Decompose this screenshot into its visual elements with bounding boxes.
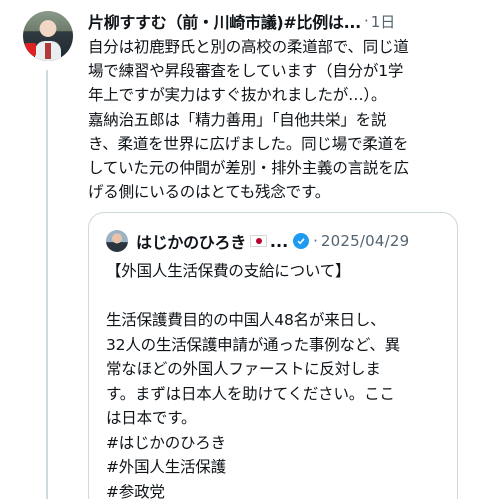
tweet-line: 自分は初鹿野氏と別の高校の柔道部で、同じ道 [88, 38, 409, 56]
quoted-tweet-header: はじかのひろき ... · 2025/04/29 [106, 229, 409, 253]
quoted-line: 常なほどの外国人ファーストに反対しま [106, 360, 381, 378]
author-name[interactable]: 片柳すすむ（前・川崎市議)#比例は... [88, 9, 361, 33]
quoted-header-separator: · [313, 232, 318, 250]
thread-line [46, 70, 48, 499]
quoted-line: 32人の生活保護申請が通った事例など、異 [106, 335, 400, 354]
tweet-timestamp[interactable]: 1日 [371, 11, 396, 32]
header-separator: · [363, 12, 369, 30]
tweet-line: き、柔道を世界に広げました。同じ場で柔道を [88, 134, 409, 153]
tweet-line: 嘉納治五郎は「精力善用」「自他共栄」を説 [88, 110, 387, 129]
quoted-line: す。まずは日本人を助けてください。ここ [106, 384, 395, 403]
tweet-header: 片柳すすむ（前・川崎市議)#比例は... · 1日 [88, 9, 395, 33]
tweet-body: 自分は初鹿野氏と別の高校の柔道部で、同じ道 場で練習や昇段審査をしています（自分… [88, 35, 468, 204]
quoted-tweet-date: 2025/04/29 [320, 232, 410, 250]
author-avatar[interactable] [23, 11, 73, 61]
quoted-line: 生活保護費目的の中国人48名が来日し、 [106, 311, 386, 329]
quoted-line: は日本です。 [106, 409, 197, 427]
tweet-line: 場で練習や昇段審査をしています（自分が1学 [88, 62, 404, 81]
verified-badge-icon [293, 233, 310, 249]
quoted-tweet-body: 【外国人生活保費の支給について】 生活保護費目的の中国人48名が来日し、 32人… [106, 259, 451, 499]
hashtag-link[interactable]: #外国人生活保護 [106, 455, 451, 480]
tweet-line: 年上ですが実力はすぐ抜かれましたが…）。 [88, 86, 387, 105]
quoted-author-name: はじかのひろき [136, 233, 246, 252]
tweet-line: していた元の仲間が差別・排外主義の言説を広 [88, 159, 409, 178]
quoted-line: 【外国人生活保費の支給について】 [106, 262, 351, 280]
tweet-line: げる側にいるのはとても残念です。 [88, 183, 331, 202]
quoted-author-avatar [106, 230, 128, 252]
hashtag-link[interactable]: #参政党 [106, 480, 451, 499]
quoted-name-ellipsis: ... [269, 231, 289, 251]
quoted-tweet-card[interactable]: はじかのひろき ... · 2025/04/29 【外国人生活保費の支給について… [88, 212, 458, 499]
japan-flag-icon [249, 235, 267, 247]
hashtag-link[interactable]: #はじかのひろき [106, 431, 451, 456]
quoted-blank-line [106, 284, 451, 309]
